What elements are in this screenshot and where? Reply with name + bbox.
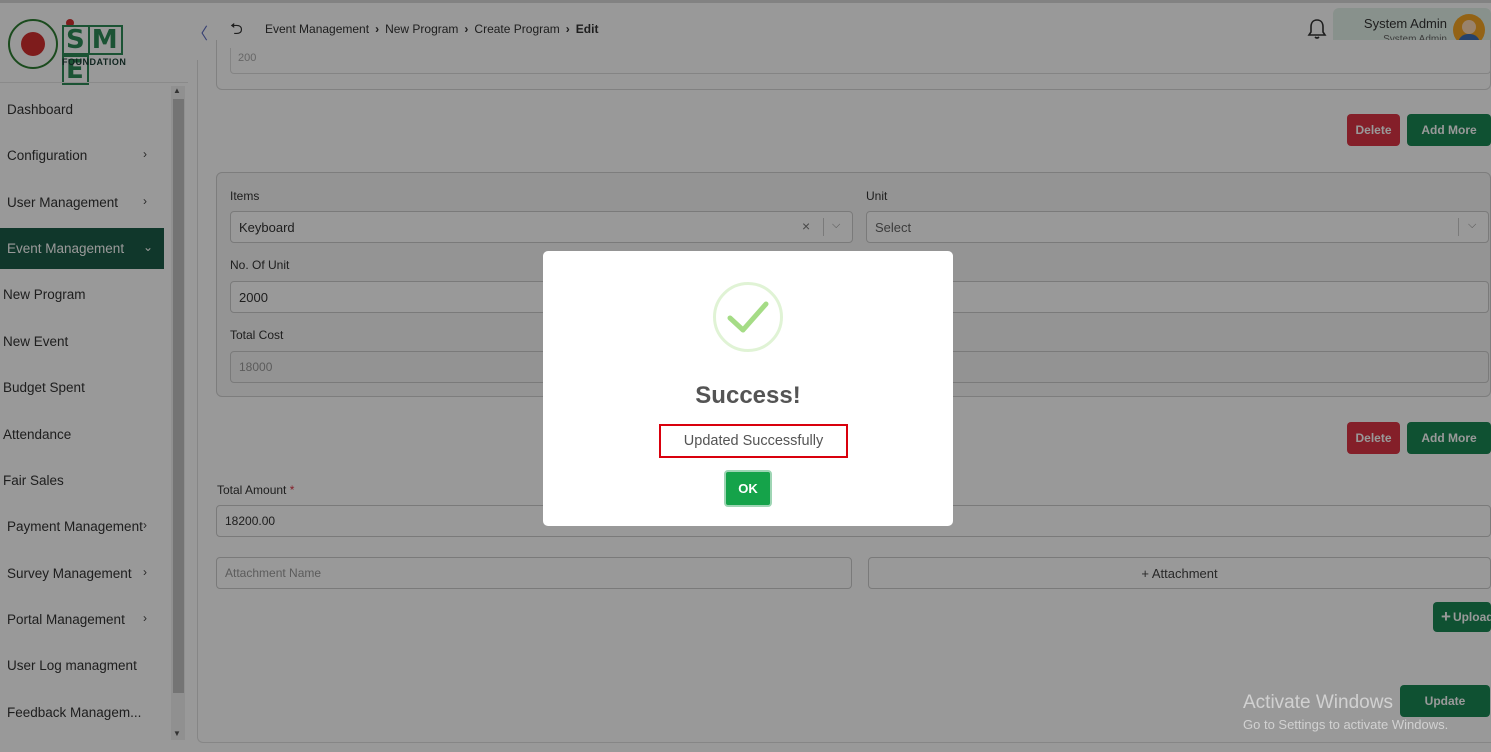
dialog-title: Success! [695, 382, 801, 409]
ok-button[interactable]: OK [724, 470, 772, 507]
success-dialog: Success! Updated Successfully OK [543, 251, 953, 526]
windows-activation-watermark-subtext: Go to Settings to activate Windows. [1243, 717, 1449, 732]
windows-activation-watermark: Activate Windows [1243, 692, 1393, 713]
success-check-icon [713, 282, 783, 352]
dialog-message: Updated Successfully [659, 424, 848, 458]
